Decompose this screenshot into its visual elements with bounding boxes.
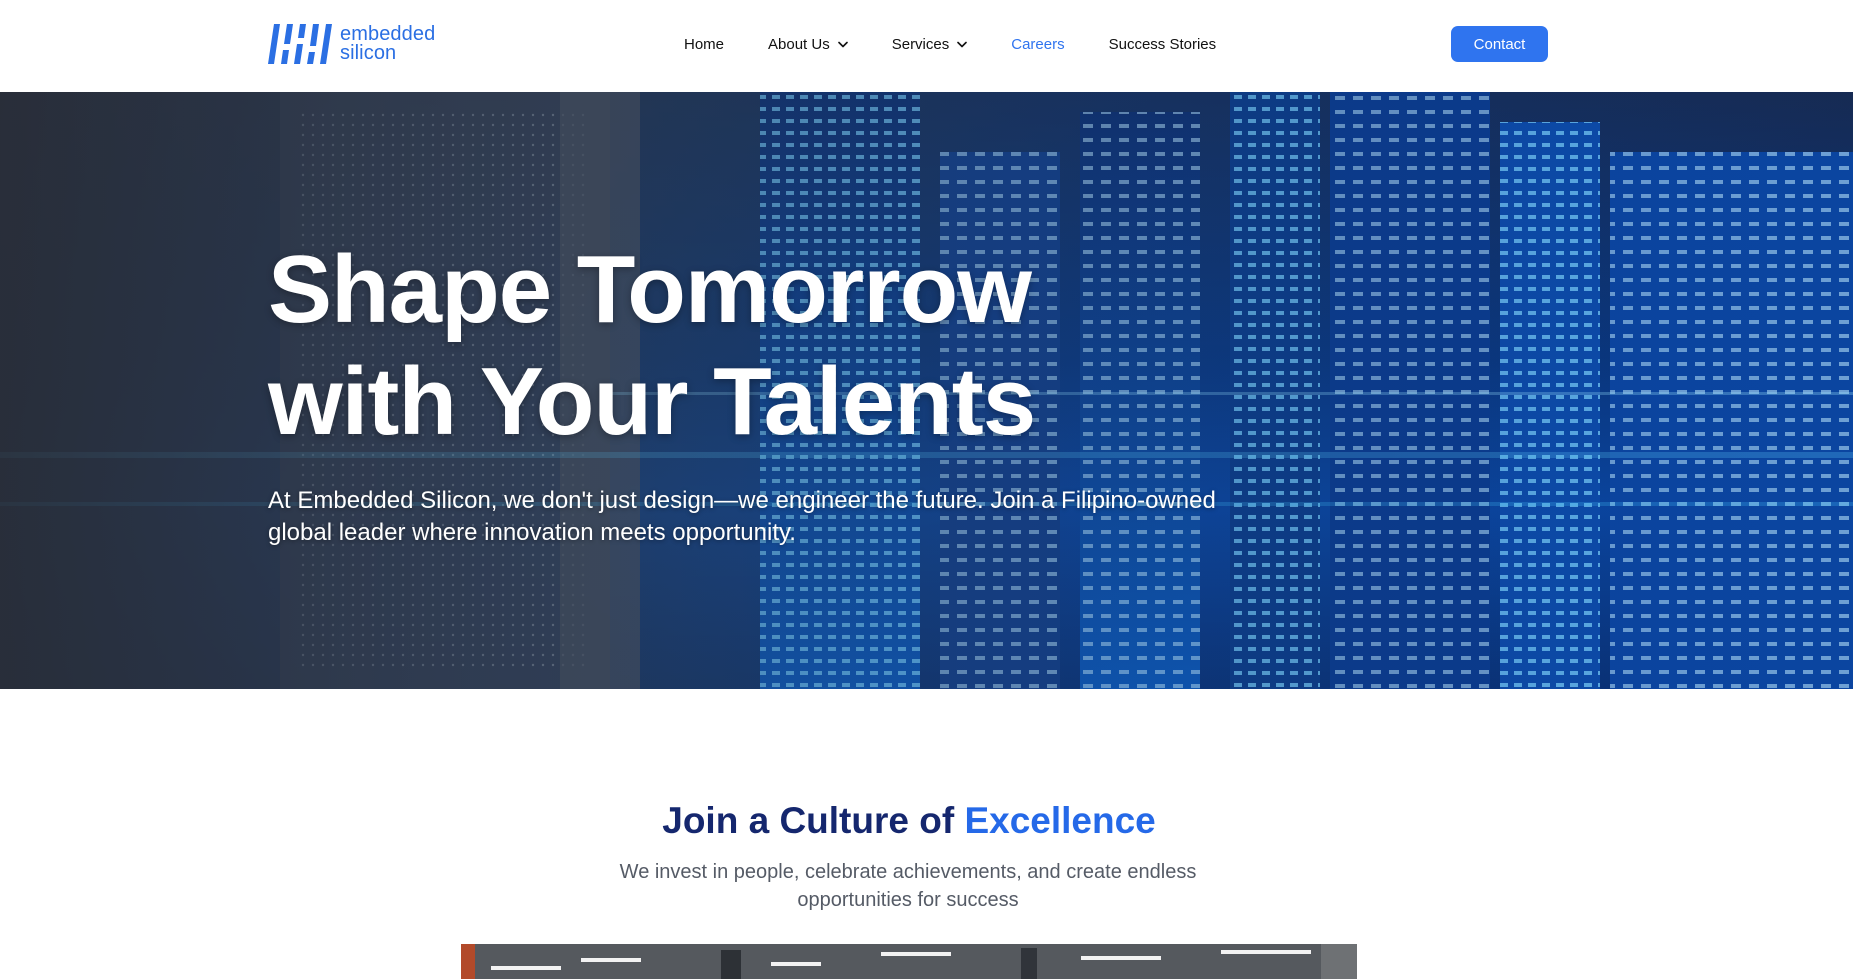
culture-title-accent: Excellence [964, 800, 1156, 841]
embedded-silicon-logo-icon [268, 24, 332, 64]
office-photo-image [461, 944, 1357, 979]
culture-title: Join a Culture of Excellence [0, 800, 1818, 842]
nav-careers[interactable]: Careers [1011, 33, 1064, 55]
nav-about-us[interactable]: About Us [768, 33, 848, 55]
contact-button[interactable]: Contact [1451, 26, 1548, 62]
hero-title: Shape Tomorrow with Your Talents [268, 234, 1036, 458]
brand-logo[interactable]: embedded silicon [268, 22, 435, 66]
main-menu: Home About Us Services Careers Success S… [684, 33, 1216, 55]
chevron-down-icon [837, 41, 848, 48]
hero-subtitle: At Embedded Silicon, we don't just desig… [268, 487, 1216, 546]
hero-banner: Shape Tomorrow with Your Talents At Embe… [0, 92, 1853, 689]
hero-title-line2: with Your Talents [268, 348, 1036, 455]
nav-home-label: Home [684, 35, 725, 53]
top-navigation: embedded silicon Home About Us Services … [0, 0, 1853, 92]
brand-name-line2: silicon [340, 42, 397, 64]
nav-success-stories-label: Success Stories [1108, 35, 1217, 53]
culture-title-prefix: Join a Culture of [662, 800, 955, 841]
hero-title-line1: Shape Tomorrow [268, 236, 1032, 343]
nav-success-stories[interactable]: Success Stories [1109, 33, 1217, 55]
culture-subtitle: We invest in people, celebrate achieveme… [619, 861, 1197, 911]
nav-careers-label: Careers [1011, 35, 1065, 53]
nav-services-label: Services [891, 35, 950, 53]
nav-about-us-label: About Us [768, 35, 830, 53]
chevron-down-icon [957, 41, 968, 48]
nav-home[interactable]: Home [684, 33, 724, 55]
brand-wordmark: embedded silicon [340, 24, 435, 64]
nav-services[interactable]: Services [892, 33, 968, 55]
office-photo [461, 944, 1357, 979]
